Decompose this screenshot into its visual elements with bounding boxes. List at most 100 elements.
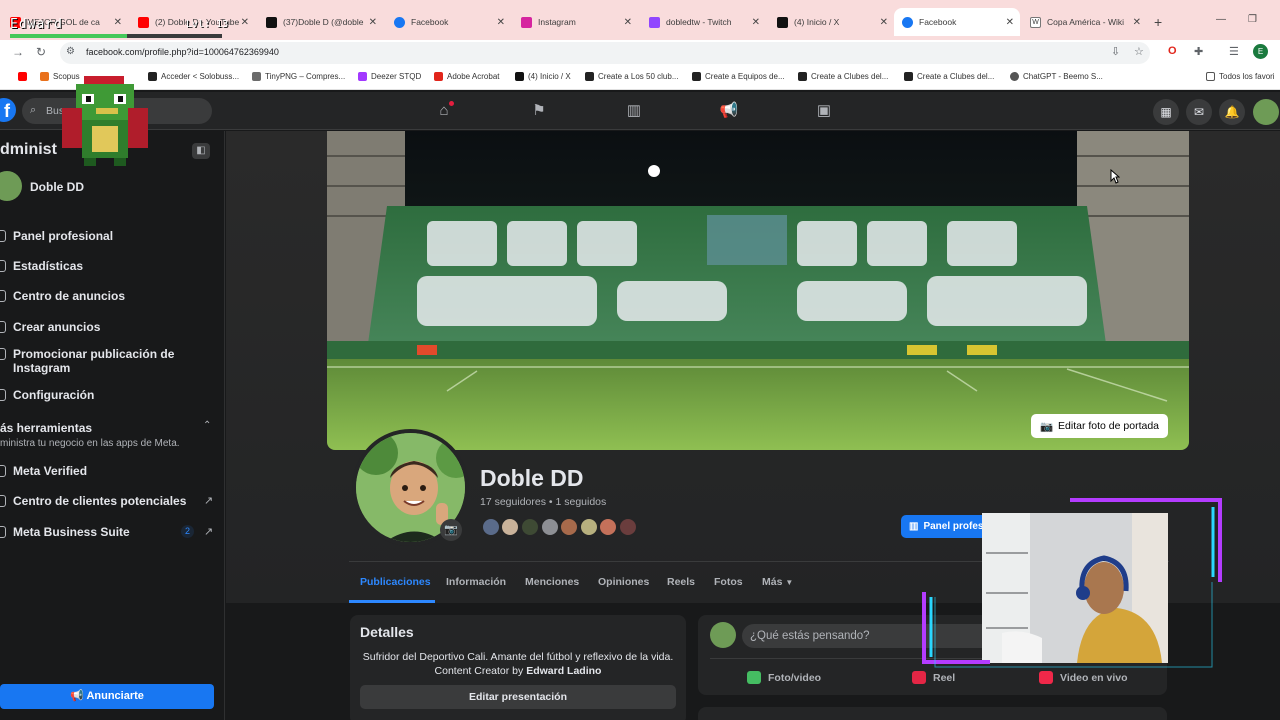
bookmark-item[interactable]: Deezer STQD — [358, 72, 421, 81]
media-icon[interactable]: ☰ — [1229, 45, 1239, 58]
bookmark-item[interactable]: Adobe Acrobat — [434, 72, 499, 81]
collapse-sidebar-icon[interactable]: ◧ — [192, 143, 210, 159]
profile-avatar[interactable]: E — [1253, 44, 1268, 59]
tab-mas[interactable]: Más ▼ — [762, 576, 793, 588]
sidebar-item-promocionar-instagram[interactable]: Promocionar publicación de Instagram — [0, 347, 174, 375]
sidebar-item-meta-business-suite[interactable]: Meta Business Suite — [0, 525, 130, 539]
close-icon[interactable]: ✕ — [497, 17, 505, 28]
url-text[interactable]: facebook.com/profile.php?id=100064762369… — [86, 47, 279, 57]
sidebar-item-configuracion[interactable]: Configuración — [0, 388, 94, 402]
sidebar-item-centro-anuncios[interactable]: Centro de anuncios — [0, 289, 125, 303]
twitch-icon — [649, 16, 660, 28]
tab-opiniones[interactable]: Opiniones — [598, 576, 649, 588]
camera-icon[interactable]: 📷 — [440, 519, 462, 541]
bookmarks-bar: Scopus Acceder < Solobuss... TinyPNG – C… — [0, 66, 1280, 90]
reel-button[interactable]: Reel — [912, 671, 955, 684]
restore-button[interactable]: ❐ — [1248, 14, 1257, 25]
bookmark-item[interactable]: Create a Clubes del... — [904, 72, 994, 81]
install-icon[interactable]: ⇩ — [1111, 45, 1120, 58]
bookmark-item[interactable]: Acceder < Solobuss... — [148, 72, 239, 81]
bookmark-star-icon[interactable]: ☆ — [1134, 45, 1144, 58]
close-icon[interactable]: ✕ — [624, 17, 632, 28]
minimize-button[interactable]: — — [1216, 14, 1226, 25]
bookmark-item[interactable]: Create a Equipos de... — [692, 72, 785, 81]
cover-photo[interactable] — [327, 131, 1189, 450]
back-icon[interactable]: → — [12, 45, 24, 59]
account-avatar[interactable] — [1253, 99, 1279, 125]
edit-cover-button[interactable]: 📷 Editar foto de portada — [1031, 414, 1168, 438]
tab-publicaciones[interactable]: Publicaciones — [360, 576, 431, 588]
pages-flag-icon[interactable]: ⚑ — [529, 101, 549, 121]
site-info-icon[interactable]: ⚙ — [66, 46, 75, 57]
follower-avatar[interactable] — [618, 517, 638, 537]
extensions-icon[interactable]: ✚ — [1194, 45, 1203, 58]
follower-avatar[interactable] — [540, 517, 560, 537]
browser-tab[interactable]: Instagram ✕ — [513, 8, 638, 36]
browser-tab[interactable]: (37)Doble D (@doble ✕ — [258, 8, 383, 36]
facebook-logo-icon[interactable]: f — [0, 98, 16, 122]
chevron-up-icon[interactable]: ⌃ — [203, 420, 211, 431]
browser-tab-active[interactable]: Facebook ✕ — [894, 8, 1020, 36]
camera-icon: 📷 — [1039, 420, 1054, 433]
insights-icon[interactable]: ▥ — [624, 101, 644, 121]
bookmark-item[interactable]: Create a Clubes del... — [798, 72, 888, 81]
sidebar-item-meta-verified[interactable]: Meta Verified — [0, 464, 87, 478]
follower-avatar[interactable] — [500, 517, 520, 537]
follower-avatar[interactable] — [481, 517, 501, 537]
tab-menciones[interactable]: Menciones — [525, 576, 579, 588]
notifications-bell-icon[interactable]: 🔔 — [1219, 99, 1245, 125]
count-badge: 2 — [181, 525, 194, 538]
mouse-cursor-icon — [1110, 169, 1120, 184]
tab-informacion[interactable]: Información — [446, 576, 506, 588]
external-link-icon: ↗ — [204, 526, 214, 538]
browser-tab[interactable]: Facebook ✕ — [386, 8, 511, 36]
bookmark-item[interactable]: (4) Inicio / X — [515, 72, 571, 81]
page-name[interactable]: Doble DD — [30, 180, 84, 194]
browser-tab[interactable]: W Copa América - Wiki ✕ — [1022, 8, 1147, 36]
pixel-dragon-icon — [62, 76, 148, 166]
close-icon[interactable]: ✕ — [241, 17, 249, 28]
close-icon[interactable]: ✕ — [1133, 17, 1141, 28]
live-video-button[interactable]: Video en vivo — [1039, 671, 1128, 684]
sidebar-item-panel-profesional[interactable]: Panel profesional — [0, 229, 113, 243]
more-tools-subtitle: ministra tu negocio en las apps de Meta. — [0, 438, 180, 449]
photo-video-button[interactable]: Foto/video — [747, 671, 821, 684]
bookmark-item[interactable]: TinyPNG – Compres... — [252, 72, 345, 81]
follower-avatar[interactable] — [559, 517, 579, 537]
sidebar-item-crear-anuncios[interactable]: Crear anuncios — [0, 320, 100, 334]
tab-reels[interactable]: Reels — [667, 576, 695, 588]
sidebar-title: dminist — [0, 141, 57, 158]
bookmarks-folder[interactable]: Todos los favori — [1206, 72, 1275, 81]
composer-avatar[interactable] — [710, 622, 736, 648]
follower-avatar[interactable] — [579, 517, 599, 537]
follower-stats[interactable]: 17 seguidores • 1 seguidos — [480, 496, 606, 508]
bookmark-item[interactable]: ChatGPT - Beemo S... — [1010, 72, 1103, 81]
sidebar-item-centro-clientes[interactable]: Centro de clientes potenciales — [0, 494, 186, 508]
advertise-button[interactable]: 📢 Anunciarte — [0, 684, 214, 709]
reload-icon[interactable]: ↻ — [36, 45, 46, 59]
close-icon[interactable]: ✕ — [114, 17, 122, 28]
close-icon[interactable]: ✕ — [880, 17, 888, 28]
dashboard-icon — [0, 230, 6, 242]
wikipedia-icon: W — [1030, 16, 1041, 28]
sidebar-item-estadisticas[interactable]: Estadísticas — [0, 259, 83, 273]
follower-avatar[interactable] — [520, 517, 540, 537]
browser-tab[interactable]: (4) Inicio / X ✕ — [769, 8, 894, 36]
close-icon[interactable]: ✕ — [752, 17, 760, 28]
close-icon[interactable]: ✕ — [1006, 17, 1014, 28]
opera-icon[interactable]: O — [1168, 45, 1177, 57]
page-avatar[interactable] — [0, 171, 22, 201]
new-tab-button[interactable]: + — [1154, 14, 1162, 30]
close-icon[interactable]: ✕ — [369, 17, 377, 28]
reel-icon — [912, 671, 926, 684]
edit-presentation-button[interactable]: Editar presentación — [360, 685, 676, 709]
follower-avatar[interactable] — [598, 517, 618, 537]
messenger-icon[interactable]: ✉ — [1186, 99, 1212, 125]
youtube-icon[interactable] — [18, 72, 31, 81]
ads-megaphone-icon[interactable]: 📢 — [719, 101, 739, 121]
bookmark-item[interactable]: Create a Los 50 club... — [585, 72, 679, 81]
tab-fotos[interactable]: Fotos — [714, 576, 743, 588]
events-calendar-icon[interactable]: ▣ — [814, 101, 834, 121]
browser-tab[interactable]: dobledtw - Twitch ✕ — [641, 8, 766, 36]
menu-grid-icon[interactable]: ▦ — [1153, 99, 1179, 125]
